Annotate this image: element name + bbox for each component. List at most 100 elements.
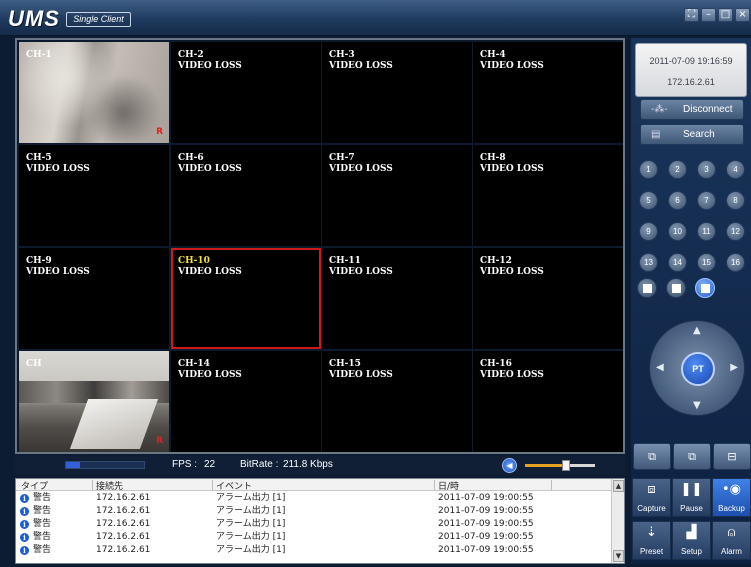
action-label: Setup xyxy=(681,547,702,556)
channel-name: CH-11 xyxy=(329,256,361,266)
channel-label: CH-2 VIDEO LOSS xyxy=(178,50,242,72)
channel-number-button[interactable]: 14 xyxy=(668,253,687,272)
channel-tile[interactable]: CH-14 VIDEO LOSS xyxy=(171,351,321,452)
col-time-header[interactable]: 日/時 xyxy=(438,479,459,492)
channel-label: CH-6 VIDEO LOSS xyxy=(178,153,242,175)
video-loss-status: VIDEO LOSS xyxy=(480,267,544,277)
fps-value: 22 xyxy=(204,459,216,470)
speaker-icon[interactable]: ◀ xyxy=(502,458,517,473)
ptz-center-button[interactable]: PT xyxy=(681,352,715,386)
backup-icon: •◉ xyxy=(721,482,741,497)
action-label: Backup xyxy=(718,504,745,513)
channel-number-button[interactable]: 6 xyxy=(668,191,687,210)
channel-number-button[interactable]: 9 xyxy=(639,222,658,241)
channel-number-button[interactable]: 16 xyxy=(726,253,745,272)
action-label: Alarm xyxy=(721,547,742,556)
layout-9-button[interactable] xyxy=(666,278,686,298)
capture-icon: ⧈ xyxy=(647,482,656,497)
minimize-icon[interactable]: – xyxy=(701,8,716,22)
channel-name: CH-12 xyxy=(480,256,512,266)
log-row[interactable]: i 警告 172.16.2.61 アラーム出力 [1] 2011-07-09 19:00… xyxy=(16,505,612,518)
close-icon[interactable]: × xyxy=(735,8,750,22)
screen-prev-button[interactable]: ⧉ xyxy=(633,443,671,470)
ptz-up-icon[interactable]: ▲ xyxy=(693,325,701,336)
screen-next-button[interactable]: ⧉ xyxy=(673,443,711,470)
volume-slider-thumb[interactable] xyxy=(562,460,570,471)
setup-button[interactable]: ▟ Setup xyxy=(672,521,711,560)
ptz-left-icon[interactable]: ◀ xyxy=(656,362,664,373)
recording-indicator: R xyxy=(156,436,163,446)
log-row[interactable]: i 警告 172.16.2.61 アラーム出力 [1] 2011-07-09 19:00… xyxy=(16,544,612,557)
buffer-progress-bar xyxy=(65,461,145,469)
channel-label: CH xyxy=(26,359,42,370)
channel-tile[interactable]: CH-9 VIDEO LOSS xyxy=(19,248,169,349)
channel-number-button[interactable]: 1 xyxy=(639,160,658,179)
channel-tile[interactable]: CH-3 VIDEO LOSS xyxy=(322,42,472,143)
channel-tile[interactable]: CH R xyxy=(19,351,169,452)
alarm-button[interactable]: ⍝ Alarm xyxy=(712,521,751,560)
maximize-icon[interactable]: □ xyxy=(718,8,733,22)
screen-list-button[interactable]: ⊟ xyxy=(713,443,751,470)
col-event-header[interactable]: イベント xyxy=(216,479,252,492)
ptz-joystick[interactable]: ▲ ▼ ◀ ▶ PT xyxy=(649,320,745,416)
channel-number-button[interactable]: 11 xyxy=(697,222,716,241)
search-icon: ▤ xyxy=(651,129,661,140)
col-host-header[interactable]: 接続先 xyxy=(96,479,123,492)
channel-tile[interactable]: CH-10 VIDEO LOSS xyxy=(171,248,321,349)
video-loss-status: VIDEO LOSS xyxy=(178,267,242,277)
channel-tile[interactable]: CH-8 VIDEO LOSS xyxy=(473,145,623,246)
info-icon: i xyxy=(20,507,29,516)
layout-4-button[interactable] xyxy=(637,278,657,298)
layout-16-button[interactable] xyxy=(695,278,715,298)
channel-tile[interactable]: CH-15 VIDEO LOSS xyxy=(322,351,472,452)
channel-label: CH-16 VIDEO LOSS xyxy=(480,359,544,381)
pause-button[interactable]: ❚❚ Pause xyxy=(672,478,711,517)
log-row[interactable]: i 警告 172.16.2.61 アラーム出力 [1] 2011-07-09 19:00… xyxy=(16,518,612,531)
channel-label: CH-12 VIDEO LOSS xyxy=(480,256,544,278)
ptz-right-icon[interactable]: ▶ xyxy=(730,362,738,373)
channel-tile[interactable]: CH-5 VIDEO LOSS xyxy=(19,145,169,246)
channel-tile[interactable]: CH-12 VIDEO LOSS xyxy=(473,248,623,349)
disconnect-button[interactable]: -⁂- Disconnect xyxy=(640,99,744,120)
bitrate-label: BitRate : xyxy=(240,459,279,470)
scroll-up-icon[interactable]: ▲ xyxy=(613,480,624,492)
pause-icon: ❚❚ xyxy=(680,482,703,497)
channel-tile[interactable]: CH-1 R xyxy=(19,42,169,143)
fullscreen-icon[interactable]: ⛶ xyxy=(684,8,699,22)
volume-slider[interactable] xyxy=(525,460,595,471)
preset-button[interactable]: ⇣ Preset xyxy=(632,521,671,560)
grid-2x2-icon xyxy=(643,284,652,293)
capture-button[interactable]: ⧈ Capture xyxy=(632,478,671,517)
channel-number-button[interactable]: 5 xyxy=(639,191,658,210)
col-type-header[interactable]: タイプ xyxy=(21,479,48,492)
channel-tile[interactable]: CH-11 VIDEO LOSS xyxy=(322,248,472,349)
channel-tile[interactable]: CH-16 VIDEO LOSS xyxy=(473,351,623,452)
event-log-scrollbar[interactable]: ▲ ▼ xyxy=(611,479,624,563)
channel-name: CH-7 xyxy=(329,153,355,163)
backup-button[interactable]: •◉ Backup xyxy=(712,478,751,517)
channel-number-button[interactable]: 4 xyxy=(726,160,745,179)
channel-tile[interactable]: CH-2 VIDEO LOSS xyxy=(171,42,321,143)
channel-name: CH-1 xyxy=(26,50,52,60)
video-loss-status: VIDEO LOSS xyxy=(26,267,90,277)
info-icon: i xyxy=(20,520,29,529)
channel-number-button[interactable]: 15 xyxy=(697,253,716,272)
channel-tile[interactable]: CH-4 VIDEO LOSS xyxy=(473,42,623,143)
channel-number-button[interactable]: 8 xyxy=(726,191,745,210)
log-type: 警告 xyxy=(33,493,52,503)
scroll-down-icon[interactable]: ▼ xyxy=(613,550,624,562)
channel-tile[interactable]: CH-7 VIDEO LOSS xyxy=(322,145,472,246)
log-row[interactable]: i 警告 172.16.2.61 アラーム出力 [1] 2011-07-09 19:00… xyxy=(16,492,612,505)
channel-number-button[interactable]: 7 xyxy=(697,191,716,210)
ptz-down-icon[interactable]: ▼ xyxy=(693,400,701,411)
setup-icon: ▟ xyxy=(686,525,697,540)
log-row[interactable]: i 警告 172.16.2.61 アラーム出力 [1] 2011-07-09 19:00… xyxy=(16,531,612,544)
channel-number-button[interactable]: 2 xyxy=(668,160,687,179)
channel-number-button[interactable]: 12 xyxy=(726,222,745,241)
log-type: 警告 xyxy=(33,519,52,529)
channel-number-button[interactable]: 13 xyxy=(639,253,658,272)
search-button[interactable]: ▤ Search xyxy=(640,124,744,145)
channel-tile[interactable]: CH-6 VIDEO LOSS xyxy=(171,145,321,246)
channel-number-button[interactable]: 10 xyxy=(668,222,687,241)
channel-number-button[interactable]: 3 xyxy=(697,160,716,179)
